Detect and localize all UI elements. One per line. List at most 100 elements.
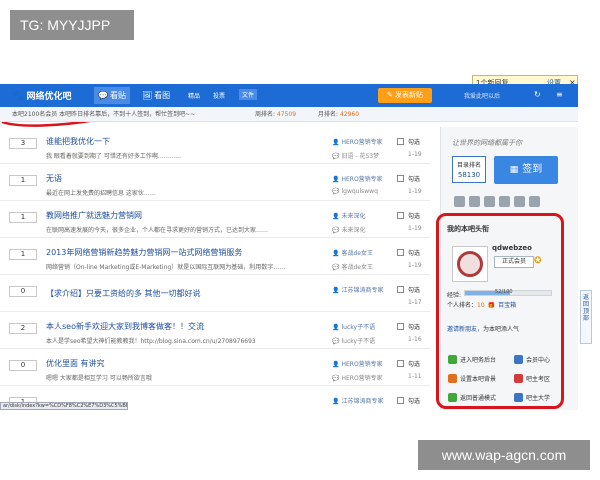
forum-name[interactable]: 网络优化吧 (26, 92, 71, 102)
tab-posts-label: 看贴 (109, 91, 126, 100)
select-label: 勾选 (408, 287, 421, 294)
thread-author-name[interactable]: 江苏锦涛商专家 (341, 287, 383, 294)
thread-title[interactable]: 2013年网络营销新趋势魅力营销网一站式网络营销服务 (46, 247, 242, 258)
thread-row[interactable]: 0 【求介绍】只要工资给的多 其他一切都好说 👤 江苏锦涛商专家 勾选 1-17 (0, 275, 430, 312)
badge-icon[interactable] (469, 196, 480, 207)
thread-author-name[interactable]: HERO营销专家 (341, 139, 382, 146)
thread-title[interactable]: 优化里面 有讲究 (46, 358, 105, 369)
select-checkbox[interactable] (397, 175, 404, 182)
thread-author[interactable]: 👤 未来深化 (332, 211, 366, 220)
back-to-top-button[interactable]: 返回顶部 (580, 290, 592, 344)
thread-date: 1-11 (408, 373, 422, 380)
picture-icon: 🖼 (142, 91, 153, 100)
thread-summary: 在联网高速发展的今天，很多企业，个人都在寻求更好的营销方式，已达到大家…… (46, 227, 269, 234)
select-checkbox[interactable] (397, 397, 404, 404)
last-reply-name[interactable]: 旧语 - 花53梦 (341, 153, 379, 160)
badge-icon[interactable] (499, 196, 510, 207)
thread-author-name[interactable]: lucky子不语 (341, 324, 375, 331)
thread-author[interactable]: 👤 HERO营销专家 (332, 137, 383, 146)
thread-date: 1-19 (408, 188, 422, 195)
select-label: 勾选 (408, 176, 421, 183)
new-post-button[interactable]: ✎ 发表新贴 (378, 88, 432, 103)
reply-count: 1 (9, 175, 37, 186)
thread-title[interactable]: 无语 (46, 173, 62, 184)
reply-icon: 💬 (332, 153, 340, 160)
last-reply[interactable]: 💬 lgwqulswwq (332, 188, 378, 195)
tab-files[interactable]: 文件 (239, 89, 258, 100)
thread-row[interactable]: 2 本人seo新手欢迎大家到我博客做客！！交流 本人是学seo希望大神们能教教我… (0, 312, 430, 349)
sign-in-button[interactable]: ▦ 签到 (494, 156, 558, 184)
thread-author-name[interactable]: 未来深化 (341, 213, 365, 220)
thread-summary: 我 眼看着就要到期了 可惜还有好多工作啊………… (46, 153, 182, 160)
select-checkbox[interactable] (397, 138, 404, 145)
thread-title[interactable]: 教网络推广就选魅力营销网 (46, 210, 142, 221)
last-reply[interactable]: 💬 lucky子不语 (332, 336, 375, 345)
last-reply-name[interactable]: HERO营销专家 (341, 375, 382, 382)
last-reply[interactable]: 💬 未来深化 (332, 225, 366, 234)
badge-icon[interactable] (484, 196, 495, 207)
thread-author-name[interactable]: 江苏锦涛商专家 (341, 398, 383, 405)
badge-icon[interactable] (454, 196, 465, 207)
thread-row[interactable]: 1 2013年网络营销新趋势魅力营销网一站式网络营销服务 网络营销（On-lin… (0, 238, 430, 275)
last-reply[interactable]: 💬 客战de女王 (332, 262, 373, 271)
tab-featured[interactable]: 精品 (188, 91, 200, 100)
reply-count: 0 (9, 286, 37, 297)
thread-summary: 最近在网上发免费的招聘信息 这家伙…… (46, 190, 156, 197)
last-reply-name[interactable]: lucky子不语 (341, 338, 375, 345)
new-post-label: 发表新贴 (395, 91, 424, 99)
month-rank-label: 月排名: (318, 111, 339, 118)
thread-row[interactable]: 1 教网络推广就选魅力营销网 在联网高速发展的今天，很多企业，个人都在寻求更好的… (0, 201, 430, 238)
thread-row[interactable]: 1 无语 最近在网上发免费的招聘信息 这家伙…… 👤 HERO营销专家 💬 lgwq… (0, 164, 430, 201)
thread-author[interactable]: 👤 江苏锦涛商专家 (332, 285, 384, 294)
user-icon: 👤 (332, 324, 340, 331)
last-reply[interactable]: 💬 HERO营销专家 (332, 373, 383, 382)
reply-icon: 💬 (332, 188, 340, 195)
thread-author-name[interactable]: 客战de女王 (341, 250, 373, 257)
last-reply-name[interactable]: 未来深化 (341, 227, 365, 234)
forum-info-bar: 本吧2100名会员 本吧昨日排名靠后，不到十人签到，帮忙签到吧~~ 周排名: 4… (0, 107, 578, 122)
tab-posts[interactable]: 💬 看贴 (94, 87, 130, 104)
thread-row[interactable]: 3 谁能把我优化一下 我 眼看着就要到期了 可惜还有好多工作啊………… 👤 HER… (0, 127, 430, 164)
thread-author-name[interactable]: HERO营销专家 (341, 176, 382, 183)
select-checkbox[interactable] (397, 360, 404, 367)
tab-pictures[interactable]: 🖼 看图 (138, 87, 174, 104)
rank-label: 目录排名 (456, 162, 481, 169)
select-label: 勾选 (408, 213, 421, 220)
select-checkbox[interactable] (397, 249, 404, 256)
last-reply[interactable]: 💬 旧语 - 花53梦 (332, 151, 379, 160)
thread-author[interactable]: 👤 HERO营销专家 (332, 359, 383, 368)
menu-icon[interactable]: ≡ (556, 90, 563, 99)
reply-count: 1 (9, 249, 37, 260)
user-menu[interactable]: 我爱此吧以后 (464, 91, 500, 100)
rank-value: 58130 (457, 171, 481, 179)
chat-icon: 💬 (98, 91, 108, 100)
user-icon: 👤 (332, 213, 340, 220)
thread-author[interactable]: 👤 客战de女王 (332, 248, 373, 257)
month-rank-value: 42960 (339, 111, 360, 118)
thread-title[interactable]: 谁能把我优化一下 (46, 136, 110, 147)
tab-vote[interactable]: 投票 (213, 91, 225, 100)
thread-row[interactable]: 0 优化里面 有讲究 嗯嗯 大家都是相互学习 可以畅所欲言哦 👤 HERO营销专家… (0, 349, 430, 386)
select-checkbox[interactable] (397, 323, 404, 330)
thread-author-name[interactable]: HERO营销专家 (341, 361, 382, 368)
last-reply-name[interactable]: 客战de女王 (341, 264, 373, 271)
thread-date: 1-19 (408, 225, 422, 232)
calendar-icon: ▦ (509, 165, 519, 175)
badge-icon[interactable] (529, 196, 540, 207)
thread-author[interactable]: 👤 江苏锦涛商专家 (332, 396, 384, 405)
thread-author[interactable]: 👤 lucky子不语 (332, 322, 375, 331)
screen: 1个新回复 设置 × 🐾 网络优化吧 💬 看贴 🖼 看图 精品 投票 文件 ✎ 发表新… (0, 0, 600, 480)
badge-icon[interactable] (514, 196, 525, 207)
select-checkbox[interactable] (397, 286, 404, 293)
thread-author[interactable]: 👤 HERO营销专家 (332, 174, 383, 183)
refresh-icon[interactable]: ↻ (534, 90, 541, 99)
pencil-icon: ✎ (386, 91, 396, 99)
last-reply-name[interactable]: lgwqulswwq (341, 188, 377, 195)
week-rank-label: 周排名: (255, 111, 276, 118)
reply-count: 3 (9, 138, 37, 149)
thread-date: 1-19 (408, 151, 422, 158)
thread-title[interactable]: 【求介绍】只要工资给的多 其他一切都好说 (46, 288, 201, 299)
select-checkbox[interactable] (397, 212, 404, 219)
thread-title[interactable]: 本人seo新手欢迎大家到我博客做客！！交流 (46, 321, 204, 332)
forum-logo[interactable]: 🐾 网络优化吧 (12, 89, 71, 102)
